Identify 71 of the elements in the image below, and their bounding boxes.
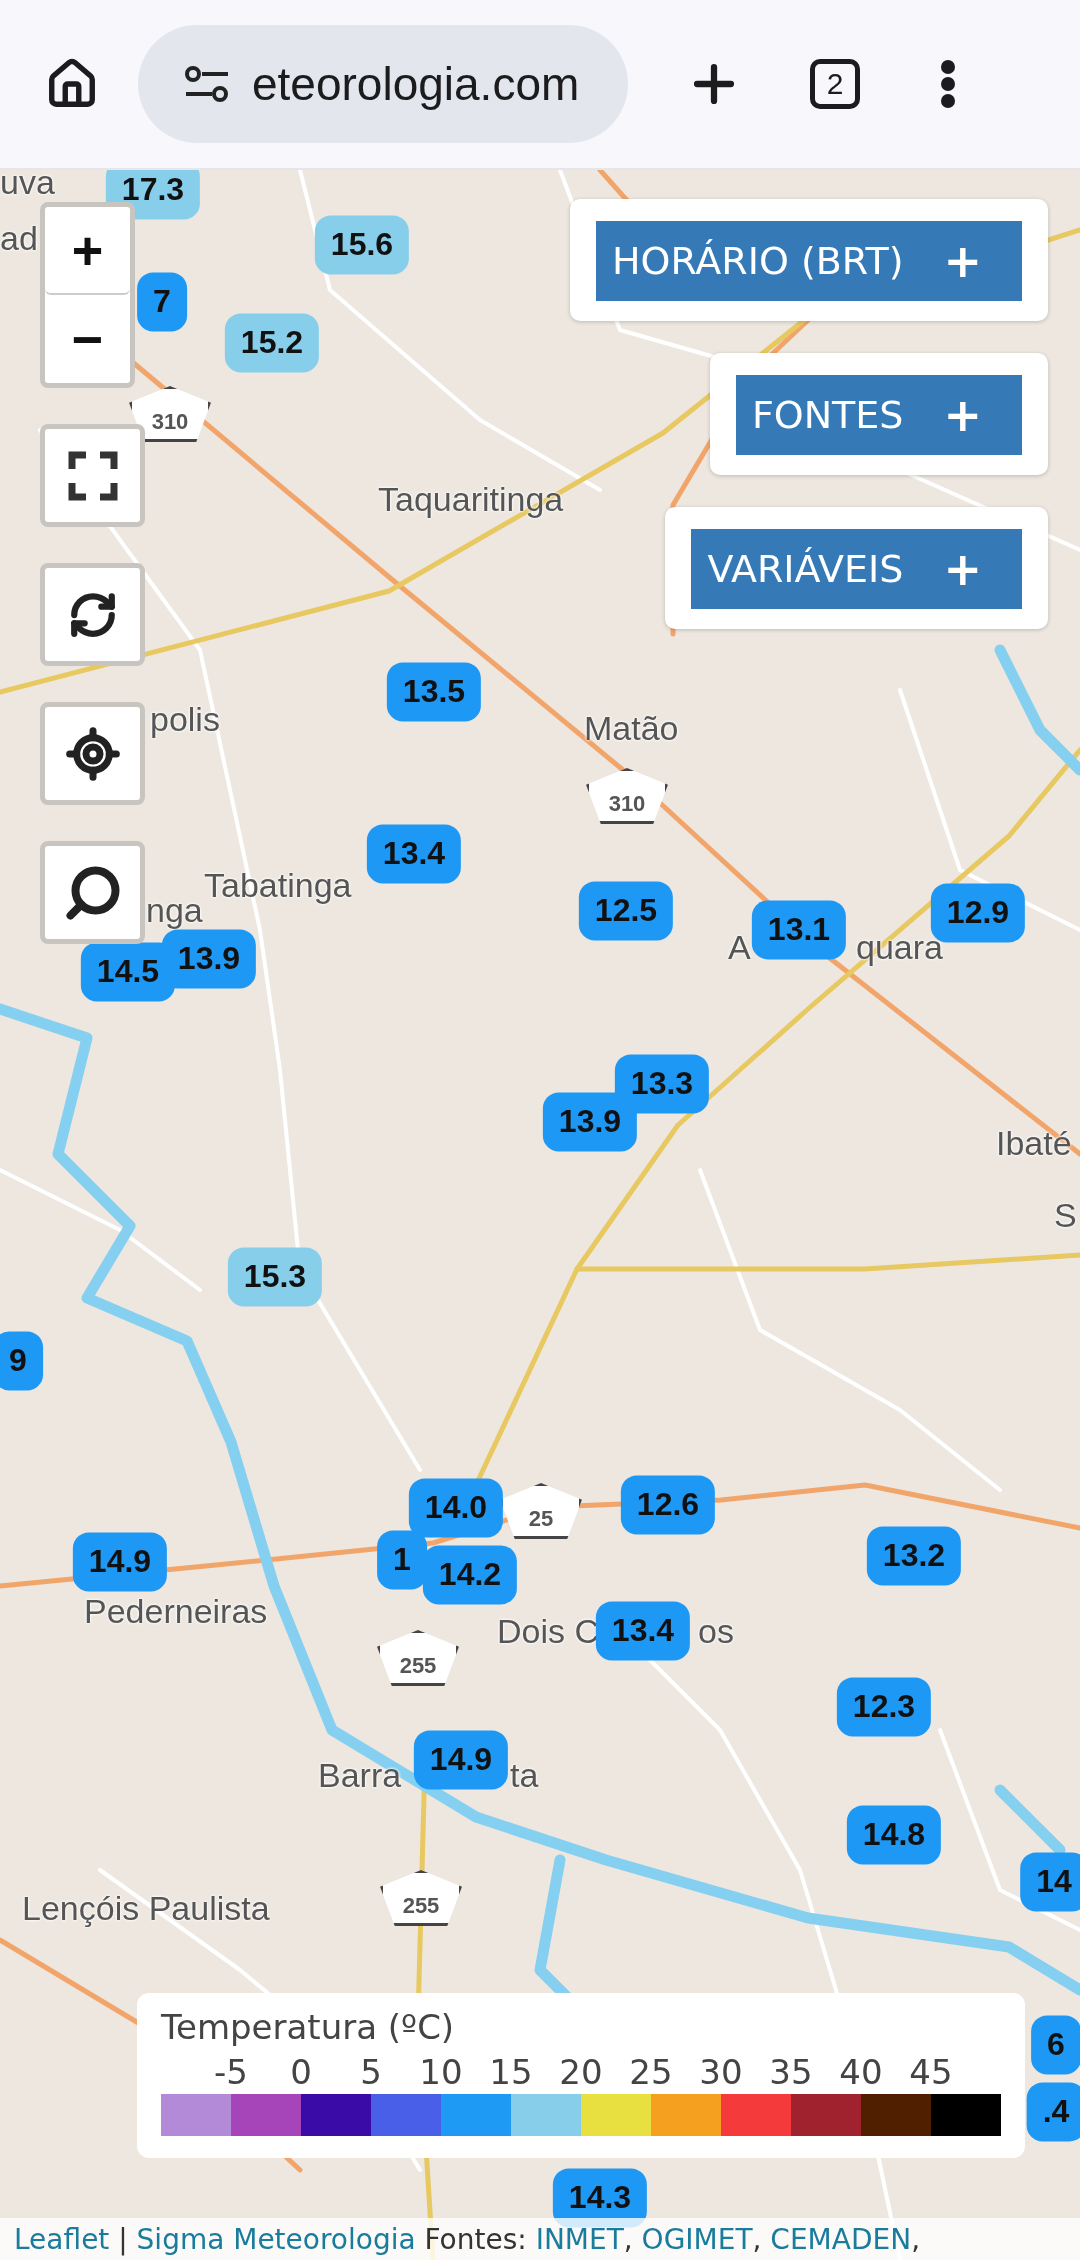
legend-tick: 30 bbox=[699, 2051, 743, 2092]
temperature-marker[interactable]: 12.3 bbox=[836, 1677, 932, 1737]
temperature-marker[interactable]: 13.4 bbox=[595, 1601, 691, 1661]
attribution-link[interactable]: CEMADEN bbox=[770, 2223, 912, 2256]
temperature-marker[interactable]: 14.9 bbox=[72, 1532, 168, 1592]
attribution-text: Leaflet | Sigma Meteorologia Fontes: INMET, OGIMET, CEMADEN, bbox=[0, 2218, 1080, 2260]
attribution-link[interactable]: Sigma Meteorologia bbox=[136, 2223, 416, 2256]
temperature-marker[interactable]: 12.6 bbox=[620, 1475, 716, 1535]
legend-tick: 20 bbox=[559, 2051, 603, 2092]
panel-toggle-button[interactable]: VARIÁVEIS + bbox=[691, 529, 1022, 609]
legend-tick: 15 bbox=[489, 2051, 533, 2092]
legend-tick: 25 bbox=[629, 2051, 673, 2092]
temperature-marker[interactable]: 15.3 bbox=[227, 1247, 323, 1307]
temperature-marker[interactable]: 13.2 bbox=[866, 1526, 962, 1586]
place-label: ad bbox=[0, 218, 38, 258]
place-label: A bbox=[728, 927, 751, 967]
road-shield: 25 bbox=[500, 1483, 582, 1539]
fullscreen-button[interactable] bbox=[40, 424, 145, 527]
temperature-marker[interactable]: 13.4 bbox=[366, 824, 462, 884]
temperature-marker[interactable]: 14.2 bbox=[422, 1545, 518, 1605]
place-label: uva bbox=[0, 170, 55, 202]
refresh-button[interactable] bbox=[40, 563, 145, 666]
temperature-marker[interactable]: 14 bbox=[1020, 1852, 1080, 1912]
temperature-marker[interactable]: 13.5 bbox=[386, 662, 482, 722]
road-shield: 310 bbox=[586, 768, 668, 824]
temperature-marker[interactable]: 7 bbox=[137, 272, 187, 332]
search-button[interactable] bbox=[40, 841, 145, 944]
place-label: Matão bbox=[584, 708, 679, 748]
temperature-marker[interactable]: 14.9 bbox=[413, 1730, 509, 1790]
legend-tick: 35 bbox=[769, 2051, 813, 2092]
tune-icon bbox=[184, 64, 230, 104]
legend-tick: 10 bbox=[419, 2051, 463, 2092]
temperature-marker[interactable]: 15.2 bbox=[224, 313, 320, 373]
road-shield: 310 bbox=[129, 386, 211, 442]
legend-tick: 5 bbox=[360, 2051, 382, 2092]
address-bar[interactable]: eteorologia.com bbox=[138, 25, 628, 143]
place-label: Pederneiras bbox=[84, 1591, 268, 1631]
legend-title: Temperatura (ºC) bbox=[161, 2007, 456, 2048]
place-label: Barra bbox=[318, 1755, 402, 1795]
panel-toggle-button[interactable]: HORÁRIO (BRT) + bbox=[595, 221, 1022, 301]
more-icon bbox=[940, 59, 956, 109]
panel-toggle-button[interactable]: FONTES + bbox=[735, 375, 1022, 455]
place-label: Ibaté bbox=[996, 1123, 1072, 1163]
legend-tick: 40 bbox=[839, 2051, 883, 2092]
tab-count-button[interactable]: 2 bbox=[810, 59, 860, 109]
attribution-link[interactable]: Leaflet bbox=[14, 2223, 110, 2256]
temperature-marker[interactable]: 13.9 bbox=[161, 929, 257, 989]
temperature-marker[interactable]: 6 bbox=[1031, 2015, 1080, 2075]
place-label: Lençóis Paulista bbox=[22, 1888, 270, 1928]
temperature-marker[interactable]: .4 bbox=[1026, 2082, 1080, 2142]
locate-icon bbox=[64, 725, 121, 782]
temperature-marker[interactable]: 12.5 bbox=[578, 881, 674, 941]
place-label: polis bbox=[150, 699, 220, 739]
temperature-marker[interactable]: 1 bbox=[377, 1530, 427, 1590]
place-label: ta bbox=[510, 1755, 539, 1795]
fullscreen-icon bbox=[67, 450, 118, 501]
place-label: Tabatinga bbox=[204, 865, 352, 905]
place-label: S bbox=[1054, 1195, 1077, 1235]
temperature-marker[interactable]: 15.6 bbox=[314, 215, 410, 275]
temperature-marker[interactable]: 13.1 bbox=[751, 900, 847, 960]
temperature-marker[interactable]: 14.0 bbox=[408, 1478, 504, 1538]
legend-tick: 45 bbox=[909, 2051, 953, 2092]
place-label: nga bbox=[146, 890, 203, 930]
place-label: os bbox=[698, 1611, 734, 1651]
temperature-marker[interactable]: 14.8 bbox=[846, 1805, 942, 1865]
road-shield: 255 bbox=[380, 1870, 462, 1926]
road-shield: 255 bbox=[377, 1630, 459, 1686]
temperature-marker[interactable]: 9 bbox=[0, 1331, 43, 1391]
locate-button[interactable] bbox=[40, 702, 145, 805]
legend-tick: 0 bbox=[290, 2051, 312, 2092]
legend-tick: -5 bbox=[214, 2051, 248, 2092]
